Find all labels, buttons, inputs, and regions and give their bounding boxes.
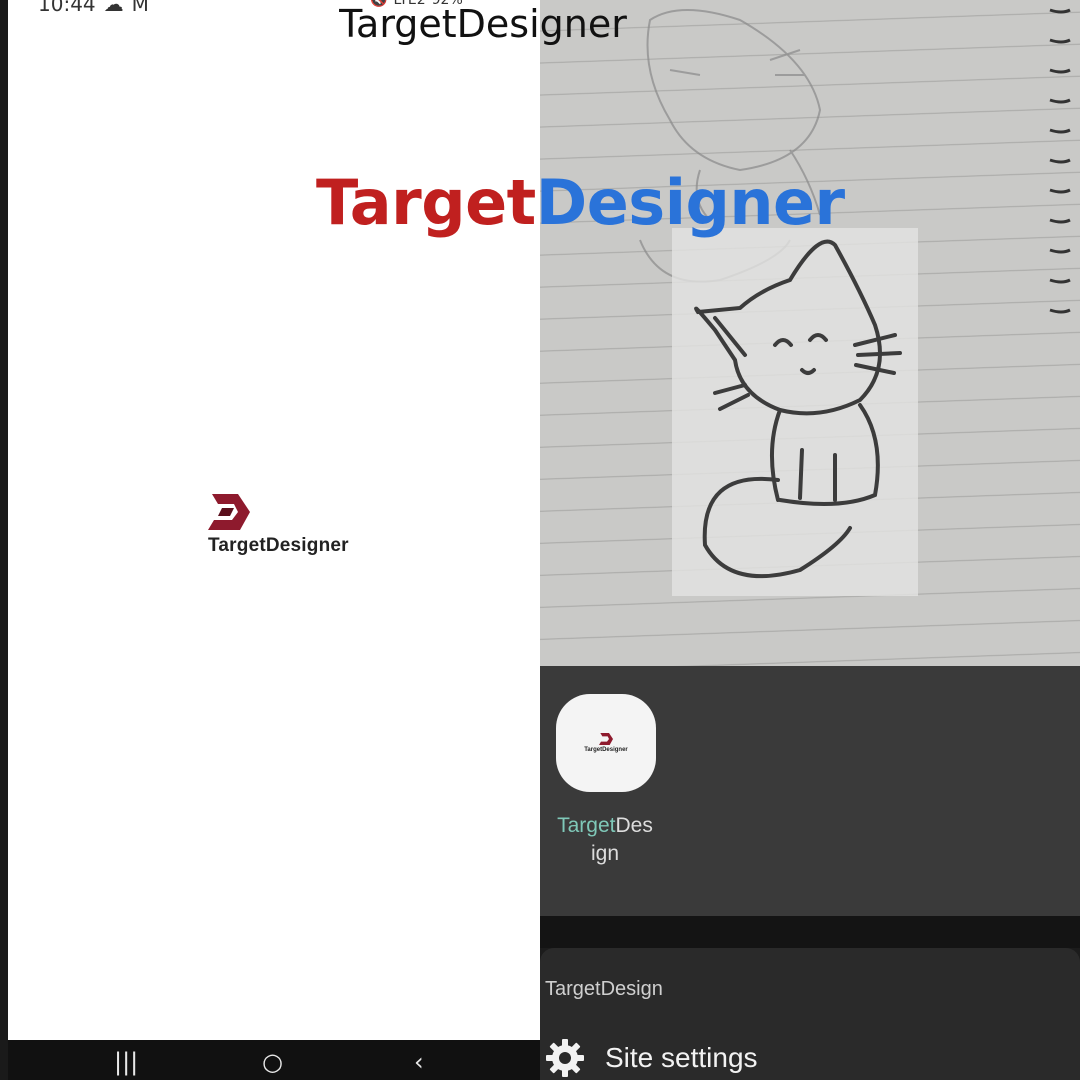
caption-title: TargetDesigner [339,2,627,46]
app-tile-brand: TargetDesigner [584,747,628,753]
home-button[interactable]: ○ [262,1050,283,1074]
splash-brand-name: TargetDesigner [208,535,349,556]
navigation-bar: ||| ○ ‹ [8,1040,540,1080]
recent-app-card[interactable]: TargetDesigner TargetDes ign [540,666,1080,916]
splash-screen: 10:44 ☁ M 🔇 LTE2 92% TargetDesigner ||| … [0,0,540,1080]
site-settings-item[interactable]: Site settings [545,1038,758,1078]
brand-banner-part1: Target [316,166,536,239]
app-label-part2: Des [615,814,653,837]
app-logo-icon [208,494,250,534]
back-button[interactable]: ‹ [414,1050,424,1074]
app-tile[interactable]: TargetDesigner [556,694,656,792]
app-label-part1: Target [557,814,616,837]
site-settings-label: Site settings [605,1042,758,1073]
panel-separator [540,916,1080,948]
gear-icon [546,1039,584,1077]
sketch-photo [540,0,1080,666]
recents-screen: TargetDesigner TargetDes ign TargetDesig… [540,0,1080,1080]
brand-banner: TargetDesigner [316,166,845,239]
context-menu: TargetDesign Site settings [540,948,1080,1080]
recents-button[interactable]: ||| [114,1050,138,1074]
app-label-line2: ign [590,842,620,865]
app-tile-logo-icon [599,733,613,745]
app-label: TargetDes ign [540,812,670,868]
menu-title: TargetDesign [545,978,663,1000]
left-edge-bezel [0,0,8,1080]
brand-banner-part2: Designer [535,166,845,239]
